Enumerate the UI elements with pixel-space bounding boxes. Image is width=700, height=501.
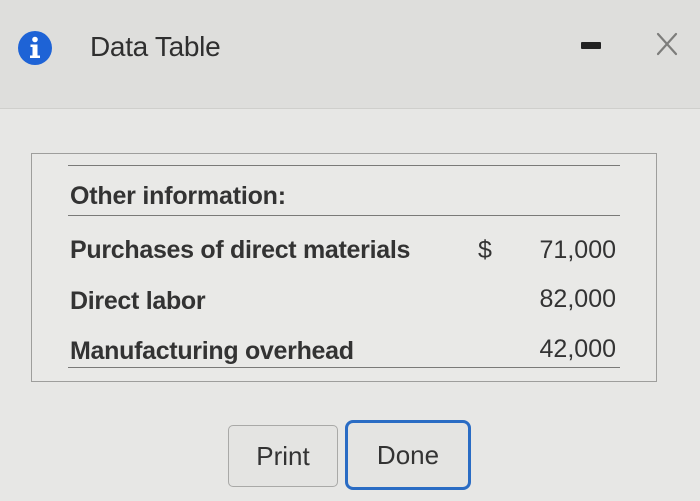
row-value-manufacturing-overhead: 42,000 — [539, 335, 616, 363]
currency-symbol: $ — [478, 236, 492, 264]
minimize-icon — [581, 42, 601, 49]
table-top-rule — [68, 165, 620, 166]
minimize-button[interactable] — [575, 28, 611, 64]
done-button[interactable]: Done — [345, 420, 471, 490]
data-table-dialog: Data Table Other information: Purchases … — [0, 0, 700, 501]
row-value-direct-labor: 82,000 — [539, 285, 616, 313]
close-icon — [648, 32, 688, 68]
row-label-manufacturing-overhead: Manufacturing overhead — [70, 337, 354, 365]
row-label-purchases: Purchases of direct materials — [70, 236, 411, 264]
print-button[interactable]: Print — [228, 425, 338, 487]
title-bar: Data Table — [0, 0, 700, 109]
dialog-title: Data Table — [90, 31, 221, 62]
heading-rule — [68, 215, 620, 216]
info-icon — [17, 30, 53, 66]
close-button[interactable] — [648, 24, 688, 64]
row-value-purchases: 71,000 — [539, 236, 616, 264]
table-bottom-rule — [68, 367, 620, 368]
table-heading: Other information: — [70, 182, 286, 210]
row-label-direct-labor: Direct labor — [70, 287, 206, 315]
